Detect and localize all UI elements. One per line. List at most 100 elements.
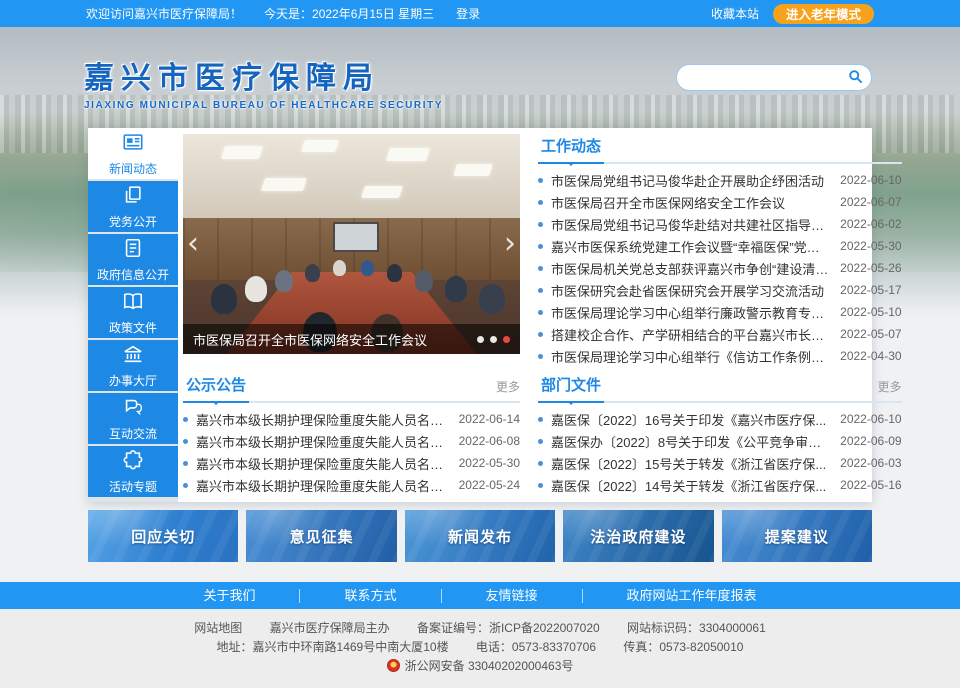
chat-icon	[122, 396, 144, 425]
news-title: 嘉医保办〔2022〕8号关于印发《公平竞争审查...	[551, 432, 830, 451]
news-list-item[interactable]: 嘉兴市本级长期护理保险重度失能人员名单公示（2... 2022-06-14	[183, 408, 520, 430]
book-icon	[122, 290, 144, 319]
banner-respond-concerns[interactable]: 回应关切	[88, 510, 238, 562]
section-department-files: 部门文件 更多 嘉医保〔2022〕16号关于印发《嘉兴市医疗保... 2022-…	[538, 373, 902, 496]
footer-nav-annual-report[interactable]: 政府网站工作年度报表	[582, 589, 801, 603]
banner-opinion-collection[interactable]: 意见征集	[246, 510, 396, 562]
person-figure	[333, 260, 346, 276]
news-list-item[interactable]: 市医保局理论学习中心组举行廉政警示教育专题学习... 2022-05-10	[538, 301, 902, 323]
banner-proposals[interactable]: 提案建议	[722, 510, 872, 562]
more-link[interactable]: 更多	[496, 378, 520, 401]
work-news-list: 市医保局党组书记马俊华赴企开展助企纾困活动 2022-06-10 市医保局召开全…	[538, 164, 902, 367]
search-button[interactable]	[848, 69, 863, 87]
news-list-item[interactable]: 搭建校企合作、产学研相结合的平台嘉兴市长期护理... 2022-05-07	[538, 323, 902, 345]
fax-text: 传真：0573-82050010	[623, 640, 743, 654]
bullet-icon	[538, 222, 543, 227]
news-list-item[interactable]: 嘉兴市本级长期护理保险重度失能人员名单公示（2... 2022-06-08	[183, 430, 520, 452]
site-id-text: 网站标识码：3304000061	[627, 621, 766, 635]
bullet-icon	[538, 266, 543, 271]
sidebar-item-label: 政府信息公开	[97, 266, 169, 283]
news-title: 嘉兴市本级长期护理保险重度失能人员名单公示（2...	[196, 410, 449, 429]
sidebar-item-service-hall[interactable]: 办事大厅	[88, 340, 178, 391]
bullet-icon	[183, 439, 188, 444]
news-date: 2022-06-09	[840, 434, 901, 448]
footer-nav-contact[interactable]: 联系方式	[299, 589, 440, 603]
news-list-item[interactable]: 市医保局党组书记马俊华赴企开展助企纾困活动 2022-06-10	[538, 169, 902, 191]
newspaper-icon	[122, 131, 144, 160]
sidebar-item-label: 办事大厅	[109, 372, 157, 389]
news-list-item[interactable]: 嘉医保〔2022〕15号关于转发《浙江省医疗保... 2022-06-03	[538, 452, 902, 474]
news-date: 2022-04-30	[840, 349, 901, 363]
sidebar-item-policy-files[interactable]: 政策文件	[88, 287, 178, 338]
sitemap-link[interactable]: 网站地图	[194, 621, 242, 635]
main-content-card: 新闻动态 党务公开 政府信息公开	[88, 128, 872, 502]
footer-nav-links[interactable]: 友情链接	[441, 589, 582, 603]
banner-label: 新闻发布	[448, 526, 512, 547]
news-list-item[interactable]: 嘉兴市医保系统党建工作会议暨“幸福医保”党建联... 2022-05-30	[538, 235, 902, 257]
news-list-item[interactable]: 嘉兴市本级长期护理保险重度失能人员名单公示（2... 2022-05-24	[183, 474, 520, 496]
sidebar-item-label: 政策文件	[109, 319, 157, 336]
news-list-item[interactable]: 市医保局党组书记马俊华赴结对共建社区指导全国文... 2022-06-02	[538, 213, 902, 235]
bullet-icon	[538, 354, 543, 359]
news-title: 市医保局理论学习中心组举行《信访工作条例》专题...	[551, 347, 830, 366]
carousel-dots	[477, 336, 510, 343]
news-title: 嘉兴市本级长期护理保险重度失能人员名单公示（2...	[196, 454, 449, 473]
news-list-item[interactable]: 嘉医保办〔2022〕8号关于印发《公平竞争审查... 2022-06-09	[538, 430, 902, 452]
carousel-caption-bar[interactable]: 市医保局召开全市医保网络安全工作会议	[183, 324, 520, 354]
section-header: 部门文件 更多	[538, 373, 902, 403]
carousel-dot[interactable]	[490, 336, 497, 343]
carousel-dot-active[interactable]	[503, 336, 510, 343]
news-list-item[interactable]: 市医保研究会赴省医保研究会开展学习交流活动 2022-05-17	[538, 279, 902, 301]
bullet-icon	[183, 417, 188, 422]
elder-mode-button[interactable]: 进入老年模式	[773, 4, 874, 24]
search-input[interactable]	[689, 71, 848, 85]
sidebar-item-special-topics[interactable]: 活动专题	[88, 446, 178, 497]
sidebar-item-gov-info[interactable]: 政府信息公开	[88, 234, 178, 285]
news-title: 嘉兴市本级长期护理保险重度失能人员名单公示（2...	[196, 476, 449, 495]
banner-label: 提案建议	[765, 526, 829, 547]
bullet-icon	[538, 461, 543, 466]
bullet-icon	[183, 461, 188, 466]
news-date: 2022-05-16	[840, 478, 901, 492]
sidebar-item-news[interactable]: 新闻动态	[88, 128, 178, 179]
login-link[interactable]: 登录	[456, 5, 480, 22]
news-list-item[interactable]: 市医保局理论学习中心组举行《信访工作条例》专题... 2022-04-30	[538, 345, 902, 367]
carousel-dot[interactable]	[477, 336, 484, 343]
ceiling-light	[453, 164, 493, 176]
footer-nav-about[interactable]: 关于我们	[159, 589, 299, 603]
footer-line1: 网站地图 嘉兴市医疗保障局主办 备案证编号：浙ICP备2022007020 网站…	[0, 619, 960, 638]
news-title: 嘉医保〔2022〕14号关于转发《浙江省医疗保...	[551, 476, 830, 495]
section-title: 工作动态	[538, 135, 604, 164]
news-list-item[interactable]: 市医保局机关党总支部获评嘉兴市争创“建设清廉机... 2022-05-26	[538, 257, 902, 279]
banner-rule-of-law[interactable]: 法治政府建设	[563, 510, 713, 562]
person-figure	[245, 276, 267, 302]
person-figure	[387, 264, 402, 282]
favorite-link[interactable]: 收藏本站	[711, 5, 759, 22]
carousel-next-arrow[interactable]: ›	[504, 229, 516, 259]
news-carousel[interactable]: ‹ › 市医保局召开全市医保网络安全工作会议	[183, 134, 520, 354]
news-list-item[interactable]: 嘉医保〔2022〕16号关于印发《嘉兴市医疗保... 2022-06-10	[538, 408, 902, 430]
document-icon	[122, 237, 144, 266]
section-notices: 公示公告 更多 嘉兴市本级长期护理保险重度失能人员名单公示（2... 2022-…	[183, 373, 520, 496]
news-list-item[interactable]: 嘉兴市本级长期护理保险重度失能人员名单公示（2... 2022-05-30	[183, 452, 520, 474]
banner-news-release[interactable]: 新闻发布	[405, 510, 555, 562]
person-figure	[415, 270, 433, 292]
carousel-prev-arrow[interactable]: ‹	[187, 229, 199, 259]
news-list-item[interactable]: 嘉医保〔2022〕14号关于转发《浙江省医疗保... 2022-05-16	[538, 474, 902, 496]
icp-text: 备案证编号：浙ICP备2022007020	[417, 621, 600, 635]
person-figure	[275, 270, 293, 292]
news-title: 市医保局召开全市医保网络安全工作会议	[551, 193, 830, 212]
news-title: 市医保局党组书记马俊华赴结对共建社区指导全国文...	[551, 215, 830, 234]
news-list-item[interactable]: 市医保局召开全市医保网络安全工作会议 2022-06-07	[538, 191, 902, 213]
news-title: 嘉兴市医保系统党建工作会议暨“幸福医保”党建联...	[551, 237, 830, 256]
search-box[interactable]	[676, 64, 872, 91]
date-text: 今天是：2022年6月15日 星期三	[264, 5, 434, 22]
more-link[interactable]: 更多	[878, 378, 902, 401]
site-title: 嘉兴市医疗保障局	[84, 53, 443, 97]
sidebar-item-label: 新闻动态	[109, 160, 157, 177]
news-title: 嘉医保〔2022〕15号关于转发《浙江省医疗保...	[551, 454, 830, 473]
sidebar-item-interaction[interactable]: 互动交流	[88, 393, 178, 444]
bullet-icon	[538, 288, 543, 293]
sidebar-item-party-affairs[interactable]: 党务公开	[88, 181, 178, 232]
sidebar: 新闻动态 党务公开 政府信息公开	[88, 128, 178, 502]
